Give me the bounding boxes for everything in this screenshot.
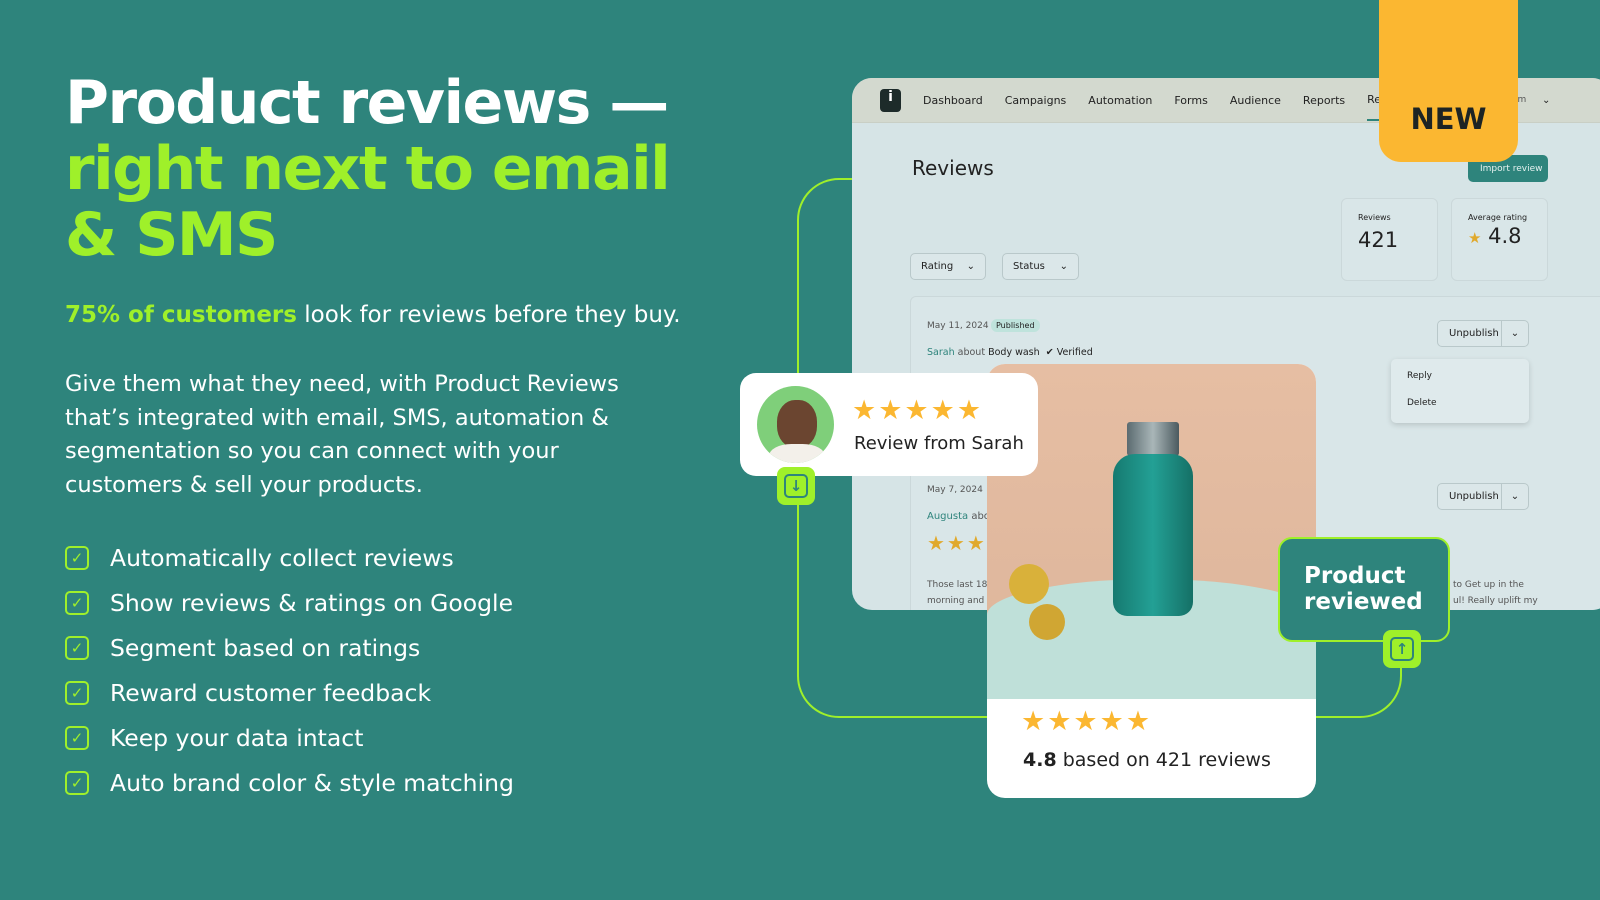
new-badge: NEW — [1379, 0, 1518, 162]
chevron-down-icon[interactable]: ⌄ — [1501, 484, 1528, 509]
download-icon: ↓ — [777, 467, 815, 505]
verified-icon: ✔ — [1045, 347, 1054, 358]
chevron-down-icon[interactable]: ⌄ — [1501, 321, 1528, 346]
status-filter[interactable]: Status ⌄ — [1002, 253, 1079, 280]
rating-stars: ★★★★★ — [1021, 706, 1153, 737]
avatar — [757, 386, 834, 463]
checkbox-icon: ✓ — [65, 545, 89, 570]
menu-reply[interactable]: Reply — [1391, 359, 1529, 381]
action-menu: Reply Delete — [1391, 359, 1529, 423]
page-title: Reviews — [912, 156, 994, 180]
subheadline: 75% of customers look for reviews before… — [65, 302, 681, 328]
unpublish-button[interactable]: Unpublish ⌄ — [1437, 483, 1529, 510]
feature-list: ✓ Automatically collect reviews ✓ Show rev… — [65, 535, 514, 805]
nav-dashboard[interactable]: Dashboard — [923, 94, 983, 107]
feature-item: ✓ Show reviews & ratings on Google — [65, 580, 514, 625]
nav-audience[interactable]: Audience — [1230, 94, 1281, 107]
feature-item: ✓ Keep your data intact — [65, 715, 514, 760]
checkbox-icon: ✓ — [65, 635, 89, 660]
rating-stars: ★★★ — [927, 531, 987, 555]
checkbox-icon: ✓ — [65, 680, 89, 705]
feature-item: ✓ Segment based on ratings — [65, 625, 514, 670]
feature-item: ✓ Auto brand color & style matching — [65, 760, 514, 805]
review-card: ★★★★★ Review from Sarah — [740, 373, 1038, 476]
chevron-down-icon: ⌄ — [966, 261, 975, 272]
unpublish-button[interactable]: Unpublish ⌄ — [1437, 320, 1529, 347]
nav-automation[interactable]: Automation — [1088, 94, 1152, 107]
checkbox-icon: ✓ — [65, 725, 89, 750]
chevron-down-icon[interactable]: ⌄ — [1542, 95, 1550, 106]
product-reviewed-badge: Product reviewed — [1278, 537, 1450, 642]
menu-delete[interactable]: Delete — [1391, 381, 1529, 408]
logo-icon: i — [880, 88, 901, 112]
nav-forms[interactable]: Forms — [1174, 94, 1207, 107]
chevron-down-icon: ⌄ — [1059, 261, 1068, 272]
description: Give them what they need, with Product R… — [65, 371, 619, 498]
feature-item: ✓ Reward customer feedback — [65, 670, 514, 715]
nav-campaigns[interactable]: Campaigns — [1005, 94, 1067, 107]
stat-average-rating: Average rating ★ 4.8 — [1451, 198, 1548, 281]
checkbox-icon: ✓ — [65, 590, 89, 615]
status-badge: Published — [991, 319, 1040, 332]
feature-item: ✓ Automatically collect reviews — [65, 535, 514, 580]
stat-reviews: Reviews 421 — [1341, 198, 1438, 281]
upload-icon: ↑ — [1383, 630, 1421, 668]
headline: Product reviews — right next to email & … — [65, 68, 671, 270]
rating-filter[interactable]: Rating ⌄ — [910, 253, 986, 280]
checkbox-icon: ✓ — [65, 770, 89, 795]
rating-stars: ★★★★★ — [852, 395, 984, 426]
nav-reports[interactable]: Reports — [1303, 94, 1345, 107]
star-icon: ★ — [1468, 229, 1482, 247]
